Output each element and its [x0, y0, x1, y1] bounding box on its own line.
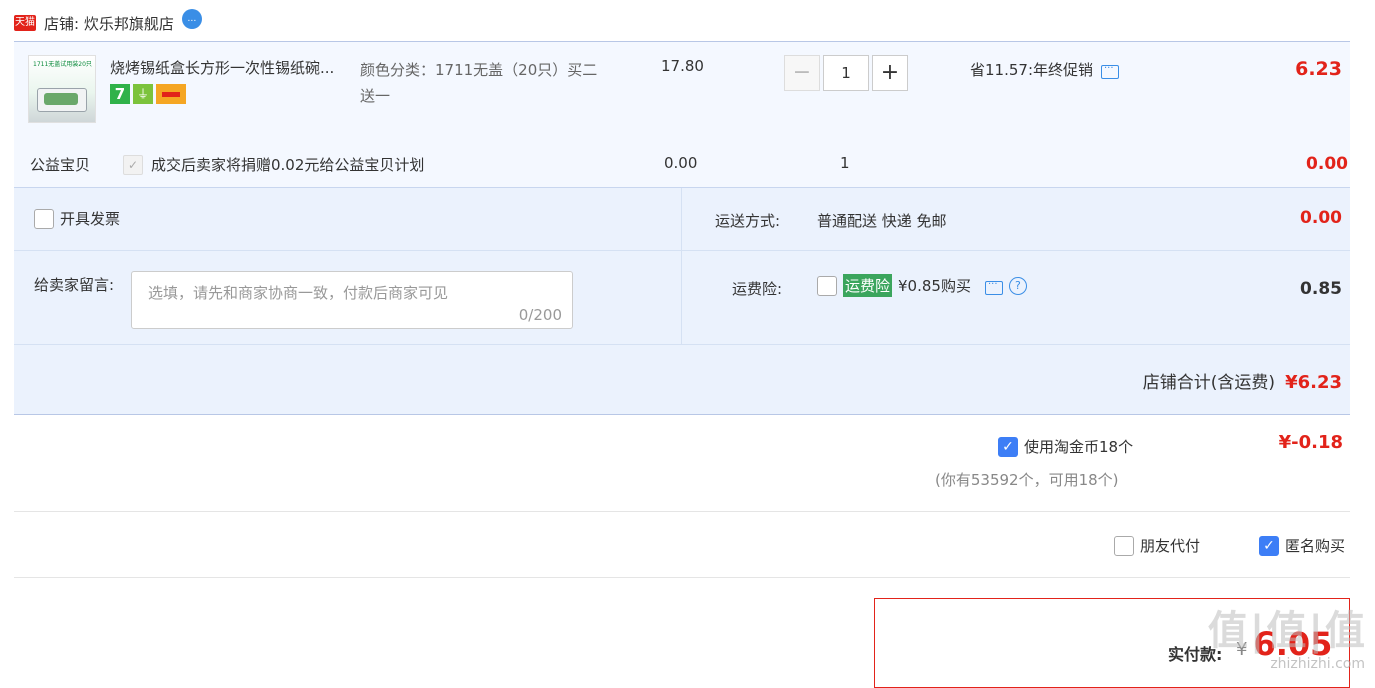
sku-info: 颜色分类：1711无盖（20只）买二送一 — [360, 61, 598, 105]
product-title[interactable]: 烧烤锡纸盒长方形一次性锡纸碗... — [110, 57, 355, 78]
anonymous-buy-option[interactable]: ✓ 匿名购买 — [1259, 535, 1345, 556]
tao-coin-discount: ¥-0.18 — [1278, 432, 1343, 453]
tao-coin-checkbox[interactable]: ✓ — [998, 436, 1018, 457]
invoice-checkbox[interactable] — [34, 208, 54, 229]
friend-pay-option[interactable]: 朋友代付 — [1114, 535, 1200, 556]
promotion-info: 省11.57:年终促销 — [970, 59, 1119, 80]
message-label: 给卖家留言: — [34, 276, 115, 294]
product-thumbnail[interactable]: 1711无盖试用装20只 — [28, 55, 96, 123]
shop-total-label: 店铺合计(含运费) — [1142, 373, 1276, 393]
anonymous-buy-checkbox[interactable]: ✓ — [1259, 535, 1279, 556]
shop-total-amount: ¥6.23 — [1285, 372, 1342, 393]
order-options-panel: 开具发票 给卖家留言: 选填，请先和商家协商一致，付款后商家可见 0/200 运… — [14, 187, 1350, 415]
friend-pay-label: 朋友代付 — [1140, 537, 1201, 555]
anonymous-buy-label: 匿名购买 — [1285, 537, 1346, 555]
unit-price: 17.80 — [661, 57, 704, 75]
charity-label: 公益宝贝 — [30, 156, 91, 174]
shipping-label: 运送方式: — [715, 212, 781, 230]
service-badges: 7 ⏚ — [110, 84, 186, 104]
item-total: 6.23 — [1295, 58, 1342, 80]
thumbnail-caption: 1711无盖试用装20只 — [33, 61, 92, 68]
divider — [14, 250, 1350, 251]
quantity-stepper: − 1 + — [784, 55, 908, 91]
plug-icon[interactable]: ⏚ — [133, 84, 153, 104]
promotion-text: 省11.57:年终促销 — [970, 61, 1093, 79]
divider — [14, 344, 1350, 345]
insurance-tag: 运费险 — [843, 274, 893, 297]
shop-header: 天猫 店铺: 炊乐邦旗舰店 … — [14, 8, 202, 38]
charity-price: 0.00 — [664, 154, 698, 172]
insurance-option: 运费险 ¥0.85购买 ? — [817, 274, 1027, 297]
watermark-logo: 值|值|值 — [1207, 608, 1367, 654]
help-icon[interactable]: ? — [1008, 276, 1027, 295]
insurance-fee: 0.85 — [1300, 279, 1342, 299]
insurance-label: 运费险: — [732, 280, 783, 298]
shop-total: 店铺合计(含运费) ¥6.23 — [1143, 368, 1342, 393]
seven-day-return-icon[interactable]: 7 — [110, 84, 130, 104]
decrease-quantity-button[interactable]: − — [784, 55, 820, 91]
chat-bubble-icon[interactable]: … — [181, 9, 202, 29]
quantity-input[interactable]: 1 — [823, 55, 869, 91]
shop-name[interactable]: 店铺: 炊乐邦旗舰店 — [44, 13, 174, 34]
credit-card-icon[interactable] — [156, 84, 186, 104]
invoice-label: 开具发票 — [60, 210, 121, 228]
tmall-logo-icon: 天猫 — [14, 15, 36, 31]
increase-quantity-button[interactable]: + — [872, 55, 908, 91]
tao-coin-balance: (你有53592个，可用18个) — [935, 471, 1119, 489]
friend-pay-checkbox[interactable] — [1114, 535, 1134, 556]
message-icon[interactable] — [984, 276, 1003, 295]
message-placeholder: 选填，请先和商家协商一致，付款后商家可见 — [148, 284, 449, 302]
shipping-method: 普通配送 快递 免邮 — [817, 212, 947, 230]
charity-qty: 1 — [840, 154, 850, 172]
insurance-checkbox[interactable] — [817, 275, 837, 296]
charity-checkbox: ✓ — [123, 155, 143, 175]
charity-total: 0.00 — [1306, 154, 1348, 174]
watermark-url: zhizhizhi.com — [1270, 656, 1365, 672]
shipping-fee: 0.00 — [1300, 208, 1342, 228]
message-icon[interactable] — [1101, 60, 1119, 79]
message-counter: 0/200 — [518, 306, 562, 324]
charity-text: 成交后卖家将捐赠0.02元给公益宝贝计划 — [151, 156, 425, 174]
tao-coin-option[interactable]: ✓ 使用淘金币18个 — [998, 436, 1133, 457]
insurance-price: ¥0.85购买 — [898, 277, 971, 295]
invoice-option[interactable]: 开具发票 — [34, 208, 120, 229]
tray-image — [37, 88, 87, 112]
divider — [14, 577, 1350, 578]
order-item-row: 1711无盖试用装20只 烧烤锡纸盒长方形一次性锡纸碗... 7 ⏚ 颜色分类：… — [14, 41, 1350, 188]
tao-coin-label: 使用淘金币18个 — [1024, 438, 1134, 456]
seller-message-input[interactable]: 选填，请先和商家协商一致，付款后商家可见 0/200 — [131, 271, 573, 329]
divider — [14, 511, 1350, 512]
